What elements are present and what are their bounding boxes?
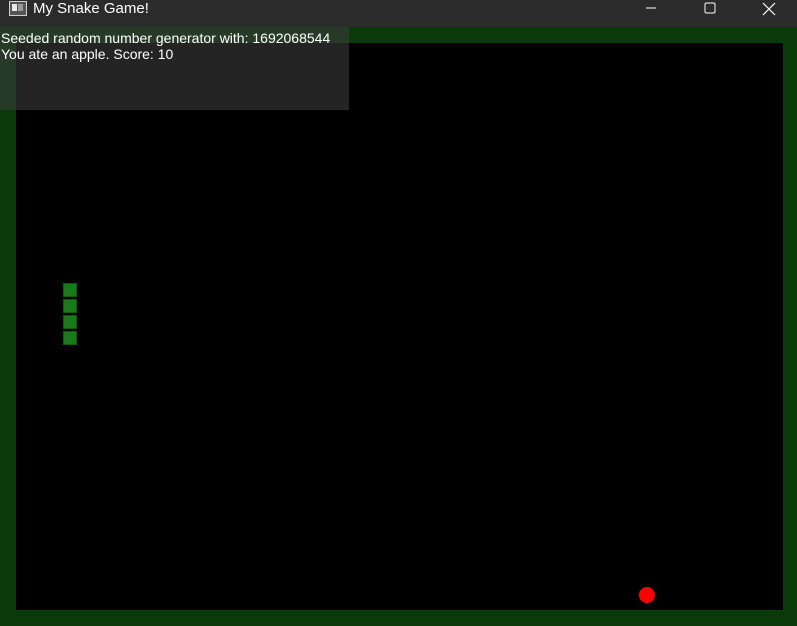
console-overlay: Seeded random number generator with: 169… bbox=[0, 27, 349, 110]
close-button[interactable] bbox=[740, 0, 797, 27]
console-line-score: You ate an apple. Score: 10 bbox=[1, 46, 174, 62]
title-bar[interactable]: My Snake Game! bbox=[0, 0, 797, 27]
game-playfield[interactable] bbox=[16, 43, 783, 610]
maximize-button[interactable] bbox=[681, 0, 739, 27]
window-title: My Snake Game! bbox=[33, 0, 149, 17]
snake-segment bbox=[63, 299, 77, 313]
maximize-icon bbox=[704, 2, 716, 14]
snake-head bbox=[63, 283, 77, 297]
game-window: My Snake Game! Seeded random number gene… bbox=[0, 0, 797, 626]
snake-segment bbox=[63, 331, 77, 345]
console-line-seed: Seeded random number generator with: 169… bbox=[1, 30, 331, 46]
close-icon bbox=[762, 2, 776, 16]
apple bbox=[639, 587, 655, 603]
minimize-button[interactable] bbox=[622, 0, 680, 27]
minimize-icon bbox=[646, 7, 656, 9]
app-window-icon bbox=[9, 1, 27, 16]
snake-segment bbox=[63, 315, 77, 329]
